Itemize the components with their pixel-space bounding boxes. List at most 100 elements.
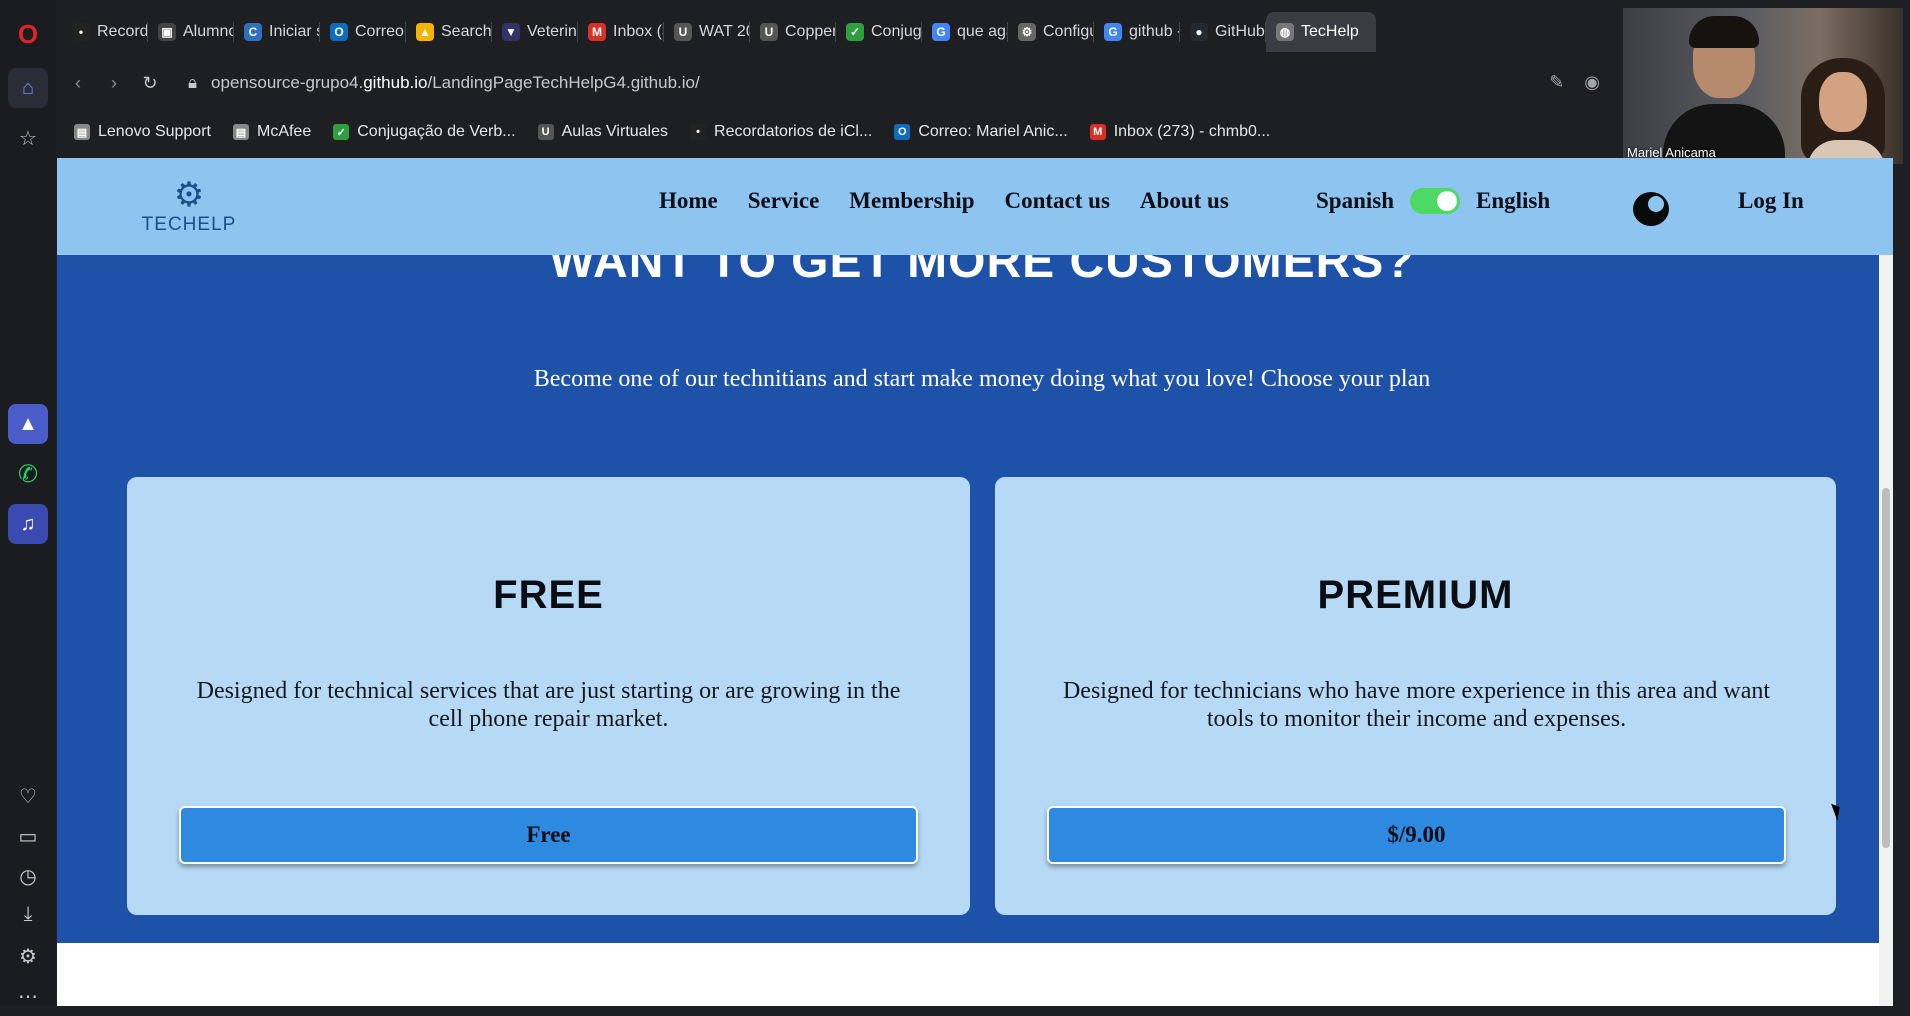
more-icon[interactable]: ⋯	[8, 976, 48, 1016]
reload-icon[interactable]: ↻	[132, 73, 168, 94]
tab-label: Search re	[441, 23, 492, 40]
home-icon[interactable]: ⌂	[8, 68, 48, 108]
download-icon[interactable]: ⤓	[8, 894, 48, 934]
participant-video-2	[1793, 58, 1903, 164]
school-icon: ▣	[158, 23, 176, 41]
participant-head	[1819, 72, 1867, 132]
aria-icon[interactable]: ▲	[8, 404, 48, 444]
gmail-icon: M	[1089, 124, 1106, 140]
page-viewport: WANT TO GET MORE CUSTOMERS? ⚙ TECHELP Ho…	[57, 158, 1893, 1006]
tabs-icon[interactable]: ▭	[8, 816, 48, 856]
bookmark-item[interactable]: • Recordatorios de iCl...	[690, 123, 872, 141]
bookmark-item[interactable]: O Correo: Mariel Anic...	[894, 123, 1068, 141]
browser-tab[interactable]: Ggithub -	[1094, 12, 1180, 52]
browser-tab[interactable]: U Copper M	[750, 12, 836, 52]
nav-about[interactable]: About us	[1140, 188, 1229, 214]
bookmark-item[interactable]: ▤ Lenovo Support	[74, 123, 211, 141]
login-link[interactable]: Log In	[1738, 188, 1804, 214]
browser-tab[interactable]: U WAT 202	[664, 12, 750, 52]
browser-tab[interactable]: C Iniciar se	[234, 12, 320, 52]
music-icon[interactable]: ♫	[8, 504, 48, 544]
conjuga-icon: ✓	[333, 124, 350, 140]
tab-label: WAT 202	[699, 23, 750, 40]
lang-english[interactable]: English	[1476, 188, 1550, 214]
plan-card-free: FREE Designed for technical services tha…	[127, 477, 970, 915]
url-field[interactable]: 🔒︎ opensource-grupo4.github.io/LandingPa…	[188, 73, 700, 93]
settings-icon[interactable]: ⚙	[8, 936, 48, 976]
scroll-thumb[interactable]	[1882, 488, 1890, 848]
browser-tab[interactable]: ● GitHub	[1180, 12, 1266, 52]
nav-contact[interactable]: Contact us	[1005, 188, 1110, 214]
bookmark-label: Lenovo Support	[98, 123, 211, 140]
whatsapp-icon[interactable]: ✆	[8, 454, 48, 494]
address-tools: ✎ ◉	[1549, 72, 1600, 93]
language-switch: Spanish English	[1316, 188, 1550, 214]
bookmark-label: Correo: Mariel Anic...	[918, 123, 1068, 140]
tab-label: Alumno	[183, 23, 234, 40]
logo-text: TECHELP	[141, 214, 237, 235]
browser-tab[interactable]: ◍ TecHelp	[1266, 12, 1376, 52]
plan-description: Designed for technicians who have more e…	[1062, 678, 1771, 732]
nav-home[interactable]: Home	[659, 188, 718, 214]
vet-icon: ▼	[502, 23, 520, 41]
plan-title: FREE	[493, 573, 604, 617]
apple-icon: •	[690, 124, 707, 140]
opera-logo-icon[interactable]: O	[8, 14, 48, 54]
browser-tab[interactable]: Gque agar	[922, 12, 1008, 52]
url-text: opensource-grupo4.github.io/LandingPageT…	[211, 73, 700, 92]
plan-description: Designed for technical services that are…	[196, 678, 901, 732]
back-icon[interactable]: ‹	[60, 73, 96, 94]
plan-card-premium: PREMIUM Designed for technicians who hav…	[995, 477, 1836, 915]
tab-label: Configur	[1043, 23, 1094, 40]
history-icon[interactable]: ◷	[8, 856, 48, 896]
browser-tab[interactable]: ▼ Veterinar	[492, 12, 578, 52]
plan-title: PREMIUM	[1317, 573, 1514, 617]
participant-hair	[1689, 16, 1759, 48]
gear-logo-icon: ⚙	[173, 176, 205, 214]
github-icon: ●	[1190, 23, 1208, 41]
lang-spanish[interactable]: Spanish	[1316, 188, 1394, 214]
language-toggle[interactable]	[1410, 188, 1461, 214]
premium-plan-button[interactable]: $/9.00	[1047, 806, 1786, 864]
tab-label: github -	[1129, 23, 1180, 40]
outlook-icon: O	[894, 124, 911, 140]
bookmark-item[interactable]: ▤ McAfee	[232, 123, 312, 141]
c-icon: C	[244, 23, 262, 41]
browser-tab[interactable]: ▲ Search re	[406, 12, 492, 52]
upc-icon: U	[674, 23, 692, 41]
nav-service[interactable]: Service	[748, 188, 820, 214]
free-plan-button[interactable]: Free	[179, 806, 918, 864]
file-icon: ▤	[232, 124, 249, 140]
tab-label: que agar	[957, 23, 1008, 40]
heart-icon[interactable]: ♡	[8, 776, 48, 816]
file-icon: ▤	[74, 124, 90, 140]
browser-tab[interactable]: • Recordat	[62, 12, 148, 52]
tab-label: Copper M	[785, 23, 836, 40]
browser-tab[interactable]: O Correo: M	[320, 12, 406, 52]
dark-mode-icon[interactable]	[1633, 192, 1669, 226]
forward-icon[interactable]: ›	[96, 73, 132, 94]
tab-label: TecHelp	[1301, 23, 1359, 40]
star-icon[interactable]: ☆	[8, 118, 48, 158]
bookmark-label: Aulas Virtuales	[561, 123, 669, 140]
participant-video-1	[1663, 16, 1785, 164]
browser-tab[interactable]: ⚙ Configur	[1008, 12, 1094, 52]
browser-tab[interactable]: ▣ Alumno	[148, 12, 234, 52]
outlook-icon: O	[330, 23, 348, 41]
globe-icon: ◍	[1276, 23, 1294, 41]
site-logo[interactable]: ⚙ TECHELP	[139, 178, 239, 236]
conjuga-icon: ✓	[846, 23, 864, 41]
bookmark-item[interactable]: U Aulas Virtuales	[537, 123, 669, 141]
browser-tab[interactable]: ✓ Conjuga	[836, 12, 922, 52]
camera-icon[interactable]: ◉	[1584, 72, 1600, 93]
tab-label: Correo: M	[355, 23, 406, 40]
edit-icon[interactable]: ✎	[1549, 72, 1564, 93]
bookmark-item[interactable]: M Inbox (273) - chmb0...	[1089, 123, 1271, 141]
gear-icon: ⚙	[1018, 23, 1036, 41]
browser-tab[interactable]: M Inbox (30	[578, 12, 664, 52]
nav-membership[interactable]: Membership	[849, 188, 974, 214]
bookmark-item[interactable]: ✓ Conjugação de Verb...	[333, 123, 516, 141]
bookmark-label: Inbox (273) - chmb0...	[1113, 123, 1271, 140]
google-icon: G	[932, 23, 950, 41]
bookmark-label: McAfee	[256, 123, 312, 140]
